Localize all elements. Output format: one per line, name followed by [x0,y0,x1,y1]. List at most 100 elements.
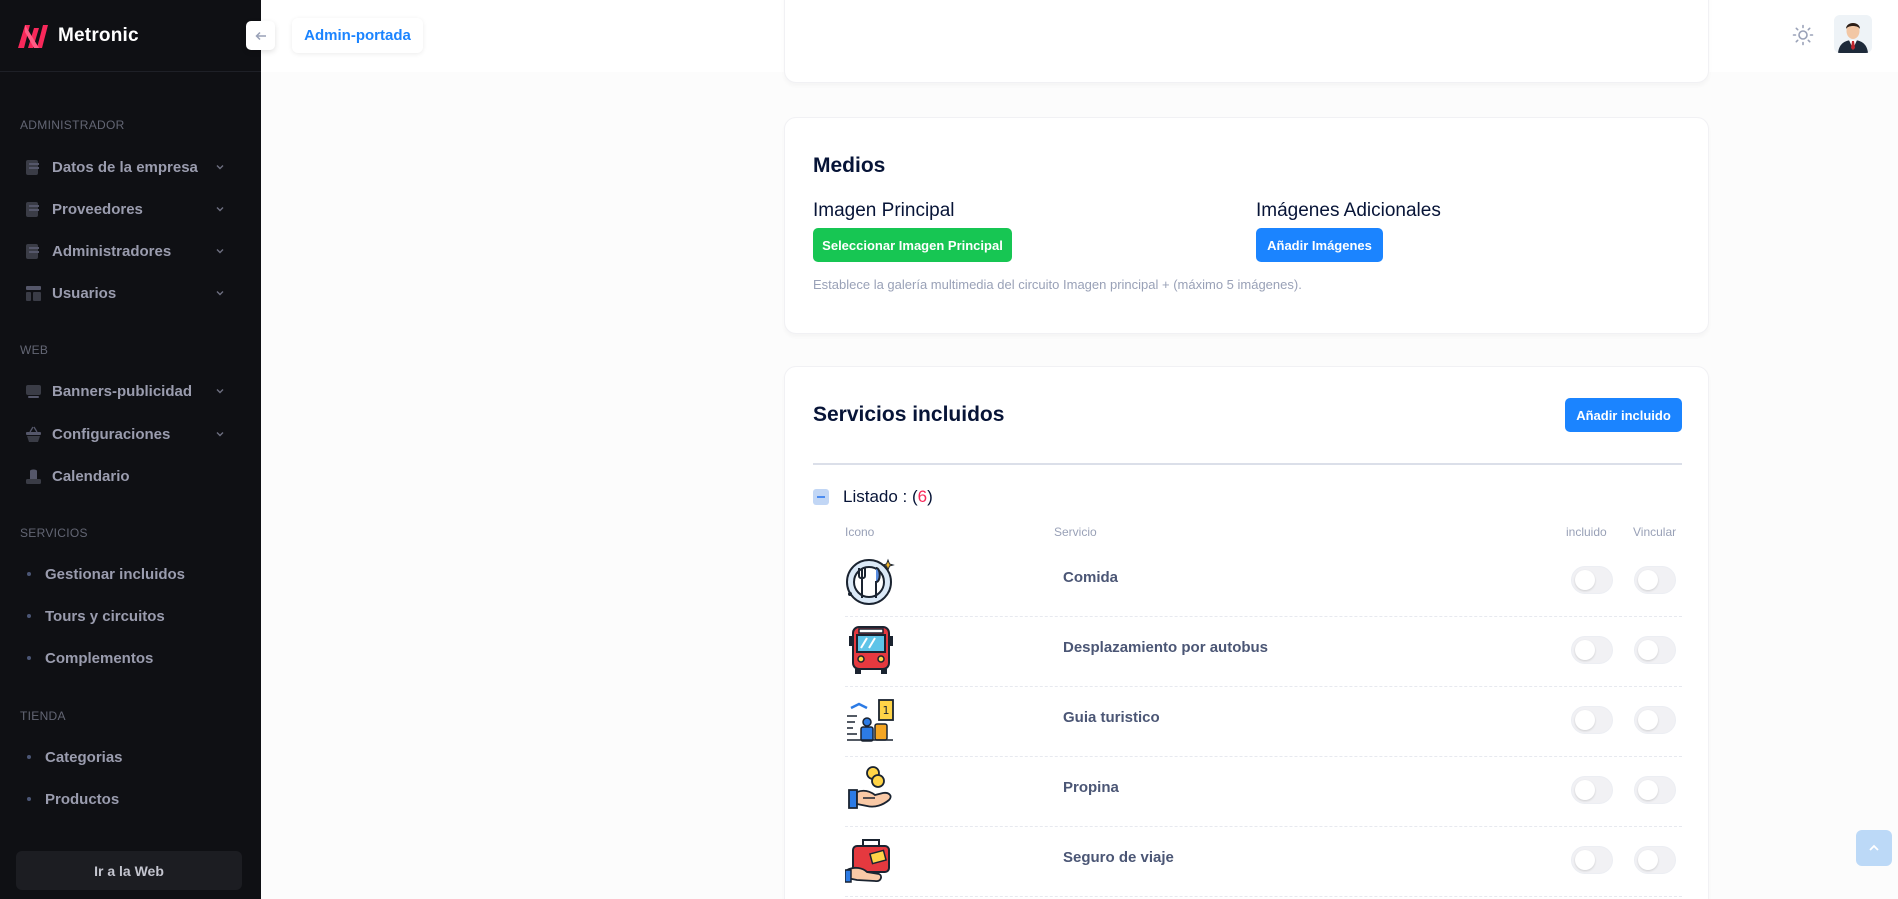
user-avatar[interactable] [1834,15,1872,53]
section-title-servicios: SERVICIOS [20,526,88,540]
sidebar-item-usuarios[interactable]: Usuarios [0,272,261,314]
document-icon [26,159,39,175]
breadcrumb-admin-portada[interactable]: Admin-portada [292,18,423,53]
link-toggle[interactable] [1634,636,1676,664]
collapse-minus-icon[interactable] [813,489,829,505]
chevron-down-icon [216,207,224,212]
section-title-tienda: TIENDA [20,709,66,723]
table-row: Comida [845,547,1682,617]
sidebar-item-label: Proveedores [52,200,143,218]
service-name: Propina [1063,779,1119,796]
sidebar-item-datos-empresa[interactable]: Datos de la empresa [0,146,261,188]
go-to-web-button[interactable]: Ir a la Web [16,851,242,890]
included-toggle[interactable] [1571,776,1613,804]
column-header-service: Servicio [1054,525,1097,539]
previous-card [784,0,1709,83]
sidebar-item-label: Productos [45,790,120,808]
document-icon [26,243,39,259]
column-header-icon: Icono [845,525,875,539]
included-toggle[interactable] [1571,636,1613,664]
brand[interactable]: Metronic [0,0,261,72]
sidebar-item-label: Tours y circuitos [45,607,165,625]
section-title-admin: ADMINISTRADOR [20,118,125,132]
sidebar-item-banners[interactable]: Banners-publicidad [0,370,261,412]
calendar-icon [26,469,41,484]
service-name: Seguro de viaje [1063,849,1174,866]
link-toggle[interactable] [1634,706,1676,734]
sidebar-item-categorias[interactable]: Categorias [0,736,261,778]
link-toggle[interactable] [1634,846,1676,874]
tip-hand-coins-icon [848,766,892,809]
add-images-button[interactable]: Añadir Imágenes [1256,228,1383,262]
sidebar-item-label: Categorias [45,748,123,766]
additional-images-title: Imágenes Adicionales [1256,200,1441,221]
basket-icon [26,426,41,442]
included-toggle[interactable] [1571,566,1613,594]
table-row: Seguro de viaje [845,827,1682,897]
sidebar-item-gestionar-incluidos[interactable]: Gestionar incluidos [0,553,261,595]
bullet-icon [27,755,31,759]
bullet-icon [27,614,31,618]
sidebar-item-complementos[interactable]: Complementos [0,637,261,679]
sidebar-item-configuraciones[interactable]: Configuraciones [0,413,261,455]
main-image-title: Imagen Principal [813,200,955,221]
media-card: Medios Imagen Principal Seleccionar Imag… [784,117,1709,334]
chevron-down-icon [216,291,224,296]
bullet-icon [27,572,31,576]
sidebar-item-label: Administradores [52,242,172,260]
list-label: Listado : ( [843,487,918,506]
select-main-image-button[interactable]: Seleccionar Imagen Principal [813,228,1012,262]
services-card: Servicios incluidos Añadir incluido List… [784,366,1709,899]
service-name: Comida [1063,569,1119,586]
brand-name: Metronic [58,24,139,46]
media-hint: Establece la galería multimedia del circ… [813,277,1302,292]
sidebar-item-calendario[interactable]: Calendario [0,455,261,497]
services-title: Servicios incluidos [813,403,1005,426]
list-close: ) [927,487,933,506]
add-included-button[interactable]: Añadir incluido [1565,398,1682,432]
sidebar-toggle-button[interactable] [246,21,275,50]
sidebar-item-label: Configuraciones [52,425,171,443]
sidebar-item-label: Gestionar incluidos [45,565,186,583]
chevron-down-icon [216,249,224,254]
list-count: 6 [917,487,928,506]
sidebar-item-label: Banners-publicidad [52,382,193,400]
document-icon [26,201,39,217]
sidebar-item-label: Calendario [52,467,130,485]
sidebar-item-label: Datos de la empresa [52,158,198,176]
bullet-icon [27,797,31,801]
metronic-logo-icon [18,24,48,48]
table-row: 1 Guia turistico [845,687,1682,757]
arrow-up-icon [1869,844,1879,851]
chevron-down-icon [216,432,224,437]
sidebar-item-productos[interactable]: Productos [0,778,261,820]
bus-icon [849,626,893,674]
sidebar: Metronic ADMINISTRADOR Datos de la empre… [0,0,261,899]
sun-icon[interactable] [1792,24,1814,46]
divider [813,463,1682,465]
section-title-web: WEB [20,343,49,357]
dinner-plate-icon [846,558,895,605]
sidebar-item-proveedores[interactable]: Proveedores [0,188,261,230]
layout-icon [26,285,41,301]
included-toggle[interactable] [1571,846,1613,874]
sidebar-item-label: Complementos [45,649,154,667]
link-toggle[interactable] [1634,776,1676,804]
column-header-link: Vincular [1633,525,1677,539]
banner-icon [26,384,41,398]
scroll-top-button[interactable] [1856,830,1892,866]
sidebar-item-tours-circuitos[interactable]: Tours y circuitos [0,595,261,637]
travel-insurance-icon [845,839,890,883]
sidebar-item-label: Usuarios [52,284,117,302]
table-row: Propina [845,757,1682,827]
list-header[interactable]: Listado : (6) [813,487,933,507]
sidebar-item-administradores[interactable]: Administradores [0,230,261,272]
chevron-down-icon [216,389,224,394]
link-toggle[interactable] [1634,566,1676,594]
column-header-included: incluido [1566,525,1607,539]
included-toggle[interactable] [1571,706,1613,734]
media-title: Medios [813,154,886,177]
tourist-guide-icon: 1 [847,699,894,742]
arrow-left-icon [254,31,266,40]
user-avatar-icon [1834,15,1872,53]
